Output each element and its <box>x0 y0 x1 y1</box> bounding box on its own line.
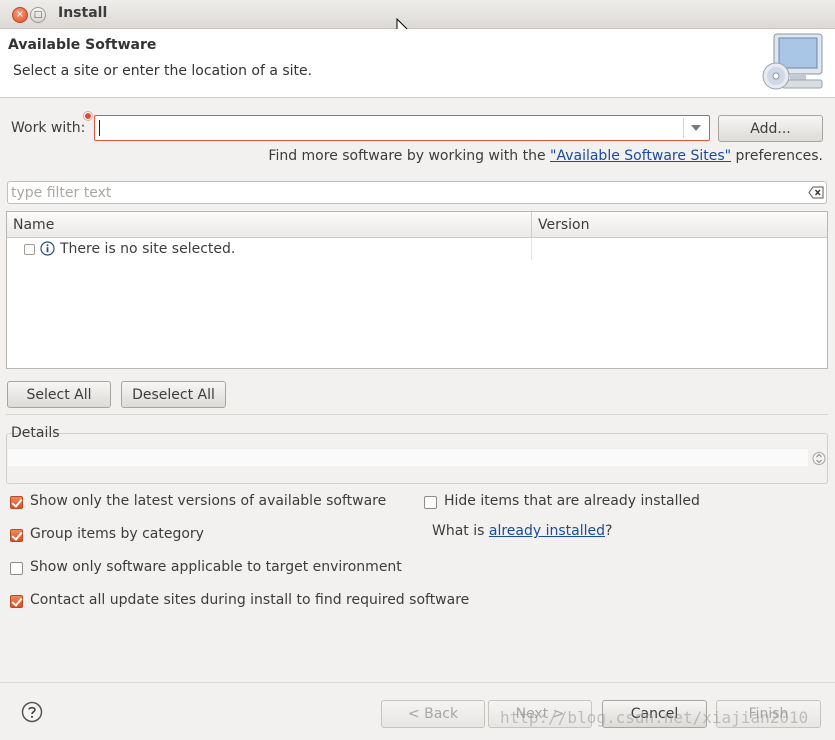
footer-separator <box>0 682 835 683</box>
clear-filter-icon[interactable] <box>808 186 824 199</box>
spinner-icon[interactable] <box>812 450 826 467</box>
work-with-input[interactable] <box>97 118 681 138</box>
group-by-category-checkbox[interactable] <box>10 529 23 542</box>
window-title: Install <box>58 5 108 21</box>
latest-versions-checkbox[interactable] <box>10 496 23 509</box>
filter-field[interactable] <box>7 181 827 204</box>
what-is-installed-text: What is already installed? <box>432 523 612 539</box>
work-with-label: Work with: <box>11 120 86 136</box>
watermark-text: http://blog.csdn.net/xiajian2010 <box>500 708 809 727</box>
find-more-text: Find more software by working with the "… <box>0 148 823 164</box>
contact-update-sites-checkbox[interactable] <box>10 595 23 608</box>
target-environment-label: Show only software applicable to target … <box>30 559 402 575</box>
back-button[interactable]: < Back <box>381 700 485 728</box>
row-checkbox[interactable] <box>24 244 35 255</box>
details-text-area[interactable] <box>8 449 808 466</box>
already-installed-link[interactable]: already installed <box>489 523 605 539</box>
hide-installed-checkbox[interactable] <box>424 496 437 509</box>
title-bar <box>0 0 835 29</box>
monitor-cd-icon <box>762 33 823 90</box>
maximize-icon[interactable]: □ <box>30 7 46 23</box>
separator <box>6 414 828 415</box>
combo-divider <box>683 118 684 138</box>
software-table[interactable]: Name Version There is no site selected. <box>6 211 828 369</box>
find-more-prefix: Find more software by working with the <box>268 148 551 164</box>
column-header-name[interactable]: Name <box>13 217 54 233</box>
page-title: Available Software <box>8 37 157 53</box>
select-all-button[interactable]: Select All <box>7 381 111 408</box>
help-icon[interactable] <box>21 701 43 723</box>
column-header-version[interactable]: Version <box>538 217 589 233</box>
table-row-name: There is no site selected. <box>60 241 236 257</box>
text-caret <box>99 120 100 136</box>
row-column-divider <box>531 238 532 260</box>
latest-versions-label: Show only the latest versions of availab… <box>30 493 387 509</box>
add-button[interactable]: Add... <box>718 115 823 142</box>
required-error-icon <box>84 112 92 120</box>
target-environment-checkbox[interactable] <box>10 562 23 575</box>
what-is-prefix: What is <box>432 523 489 539</box>
column-divider[interactable] <box>531 212 532 237</box>
chevron-down-icon[interactable] <box>691 125 701 131</box>
table-header <box>7 212 827 238</box>
deselect-all-button[interactable]: Deselect All <box>121 381 226 408</box>
available-software-sites-link[interactable]: "Available Software Sites" <box>550 148 731 164</box>
work-with-combo[interactable] <box>94 115 710 141</box>
find-more-suffix: preferences. <box>731 148 824 164</box>
contact-update-sites-label: Contact all update sites during install … <box>30 592 470 608</box>
filter-input[interactable] <box>11 184 791 202</box>
close-icon[interactable]: × <box>12 7 28 23</box>
page-description: Select a site or enter the location of a… <box>13 63 313 79</box>
group-by-category-label: Group items by category <box>30 526 204 542</box>
hide-installed-label: Hide items that are already installed <box>444 493 700 509</box>
info-icon <box>40 241 55 256</box>
details-label: Details <box>11 425 60 441</box>
what-is-suffix: ? <box>605 523 613 539</box>
